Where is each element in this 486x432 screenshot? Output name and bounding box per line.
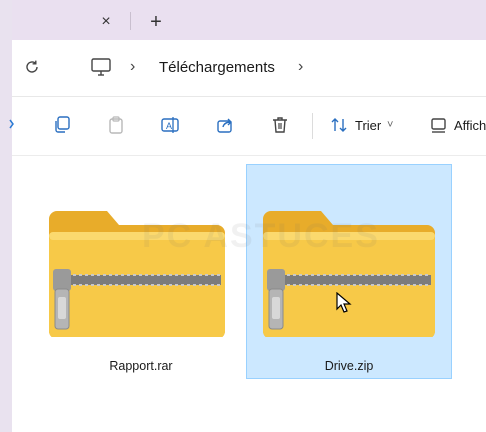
tab-close-button[interactable]: ×: [96, 12, 116, 32]
svg-text:A: A: [166, 121, 172, 131]
breadcrumb-downloads[interactable]: Téléchargements: [159, 59, 275, 76]
mouse-cursor-icon: [336, 291, 352, 319]
paste-icon[interactable]: [106, 115, 126, 140]
command-bar: A Trier ˅ Affich: [9, 97, 486, 156]
chevron-right-icon[interactable]: [9, 117, 15, 136]
sort-icon[interactable]: [329, 115, 349, 140]
window-left-edge: [0, 0, 12, 432]
share-icon[interactable]: [215, 115, 235, 140]
new-tab-button[interactable]: +: [145, 11, 167, 33]
copy-icon[interactable]: [52, 115, 72, 140]
file-view: Rapport.rar Drive.zip PC ASTUCES: [12, 156, 486, 432]
file-name: Rapport.rar: [109, 359, 173, 373]
file-item-rapport[interactable]: Rapport.rar: [38, 164, 244, 379]
chevron-down-icon[interactable]: ˅: [387, 119, 393, 131]
tab-separator: [130, 12, 131, 30]
delete-icon[interactable]: [270, 115, 290, 140]
tab-bar: × +: [12, 0, 486, 40]
rename-icon[interactable]: A: [160, 115, 182, 140]
compressed-folder-icon: [39, 177, 243, 339]
sort-button[interactable]: Trier: [355, 118, 381, 133]
view-button[interactable]: Affich: [454, 118, 486, 133]
address-bar: › Téléchargements ›: [12, 40, 486, 97]
view-icon[interactable]: [430, 115, 448, 140]
toolbar-separator: [312, 113, 313, 139]
file-item-drive[interactable]: Drive.zip: [246, 164, 452, 379]
refresh-icon[interactable]: [23, 58, 41, 81]
breadcrumb-separator[interactable]: ›: [298, 58, 303, 76]
breadcrumb-separator[interactable]: ›: [130, 58, 135, 76]
watermark-logo: PC ASTUCES: [142, 217, 380, 255]
file-name: Drive.zip: [324, 359, 374, 373]
this-pc-icon[interactable]: [90, 56, 112, 83]
